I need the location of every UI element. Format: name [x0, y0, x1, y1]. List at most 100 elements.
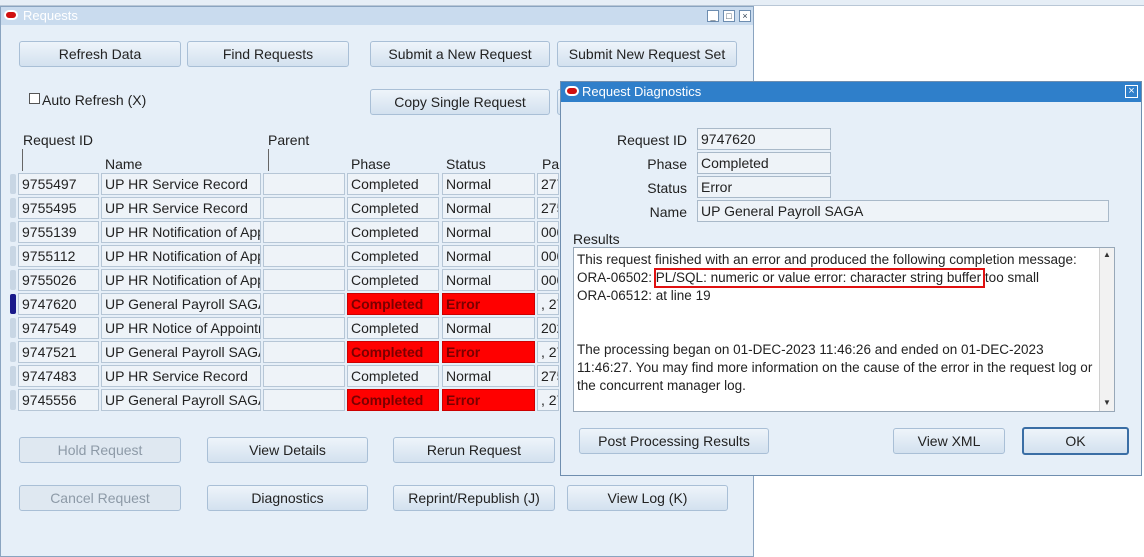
name-cell[interactable]: UP General Payroll SAGA	[101, 293, 261, 315]
params-cell[interactable]: , 27	[537, 293, 559, 315]
parent-cell[interactable]	[263, 341, 345, 363]
status-cell[interactable]: Error	[442, 389, 535, 411]
phase-cell[interactable]: Completed	[347, 293, 439, 315]
submit-request-set-button[interactable]: Submit New Request Set	[557, 41, 737, 67]
params-cell[interactable]: 000	[537, 245, 559, 267]
params-cell[interactable]: , 27	[537, 341, 559, 363]
results-textarea[interactable]: This request finished with an error and …	[573, 247, 1115, 412]
refresh-data-button[interactable]: Refresh Data	[19, 41, 181, 67]
params-cell[interactable]: , 27	[537, 389, 559, 411]
status-cell[interactable]: Normal	[442, 173, 535, 195]
request-id-field[interactable]: 9747620	[697, 128, 831, 150]
row-selector[interactable]	[10, 246, 16, 266]
request-id-cell[interactable]: 9755139	[18, 221, 99, 243]
diagnostics-button[interactable]: Diagnostics	[207, 485, 368, 511]
status-cell[interactable]: Normal	[442, 269, 535, 291]
request-id-cell[interactable]: 9755112	[18, 245, 99, 267]
phase-cell[interactable]: Completed	[347, 317, 439, 339]
parent-cell[interactable]	[263, 221, 345, 243]
row-selector[interactable]	[10, 366, 16, 386]
request-id-cell[interactable]: 9747521	[18, 341, 99, 363]
phase-cell[interactable]: Completed	[347, 245, 439, 267]
name-cell[interactable]: UP General Payroll SAGA	[101, 389, 261, 411]
phase-cell[interactable]: Completed	[347, 365, 439, 387]
status-cell[interactable]: Normal	[442, 317, 535, 339]
phase-cell[interactable]: Completed	[347, 269, 439, 291]
find-requests-button[interactable]: Find Requests	[187, 41, 349, 67]
view-details-button[interactable]: View Details	[207, 437, 368, 463]
phase-cell[interactable]: Completed	[347, 173, 439, 195]
status-cell[interactable]: Normal	[442, 197, 535, 219]
submit-new-request-button[interactable]: Submit a New Request	[370, 41, 550, 67]
name-cell[interactable]: UP HR Notification of Appro	[101, 221, 261, 243]
row-selector[interactable]	[10, 174, 16, 194]
parent-cell[interactable]	[263, 389, 345, 411]
reprint-republish-button[interactable]: Reprint/Republish (J)	[393, 485, 555, 511]
request-id-cell[interactable]: 9745556	[18, 389, 99, 411]
phase-cell[interactable]: Completed	[347, 221, 439, 243]
rerun-request-button[interactable]: Rerun Request	[393, 437, 555, 463]
row-selector[interactable]	[10, 342, 16, 362]
row-selector[interactable]	[10, 270, 16, 290]
parent-cell[interactable]	[263, 293, 345, 315]
name-cell[interactable]: UP HR Notice of Appointme	[101, 317, 261, 339]
name-cell[interactable]: UP HR Notification of Appro	[101, 245, 261, 267]
name-field[interactable]: UP General Payroll SAGA	[697, 200, 1109, 222]
row-selector[interactable]	[10, 198, 16, 218]
status-cell[interactable]: Error	[442, 341, 535, 363]
parent-cell[interactable]	[263, 173, 345, 195]
phase-cell[interactable]: Completed	[347, 341, 439, 363]
status-cell[interactable]: Normal	[442, 365, 535, 387]
close-icon[interactable]: ×	[739, 10, 751, 22]
parent-cell[interactable]	[263, 317, 345, 339]
row-selector[interactable]	[10, 294, 16, 314]
status-field[interactable]: Error	[697, 176, 831, 198]
status-cell[interactable]: Normal	[442, 221, 535, 243]
view-xml-button[interactable]: View XML	[893, 428, 1005, 454]
params-cell[interactable]: 202	[537, 317, 559, 339]
request-id-cell[interactable]: 9755495	[18, 197, 99, 219]
request-id-cell[interactable]: 9747620	[18, 293, 99, 315]
status-cell[interactable]: Error	[442, 293, 535, 315]
ok-button[interactable]: OK	[1022, 427, 1129, 455]
name-cell[interactable]: UP HR Service Record	[101, 365, 261, 387]
requests-title-bar[interactable]: Requests _ □ ×	[1, 7, 753, 25]
params-cell[interactable]: 000	[537, 269, 559, 291]
row-selector[interactable]	[10, 318, 16, 338]
diagnostics-title-bar[interactable]: Request Diagnostics ×	[561, 82, 1141, 102]
copy-single-request-button[interactable]: Copy Single Request	[370, 89, 550, 115]
hold-request-button[interactable]: Hold Request	[19, 437, 181, 463]
parent-cell[interactable]	[263, 365, 345, 387]
phase-cell[interactable]: Completed	[347, 197, 439, 219]
scroll-down-icon[interactable]: ▼	[1102, 398, 1112, 408]
parent-cell[interactable]	[263, 197, 345, 219]
request-id-cell[interactable]: 9755497	[18, 173, 99, 195]
view-log-button[interactable]: View Log (K)	[567, 485, 728, 511]
params-cell[interactable]: 275	[537, 197, 559, 219]
row-selector[interactable]	[10, 222, 16, 242]
phase-cell[interactable]: Completed	[347, 389, 439, 411]
params-cell[interactable]: 000	[537, 221, 559, 243]
params-cell[interactable]: 277	[537, 173, 559, 195]
name-cell[interactable]: UP HR Service Record	[101, 197, 261, 219]
post-processing-results-button[interactable]: Post Processing Results	[579, 428, 769, 454]
request-id-cell[interactable]: 9747549	[18, 317, 99, 339]
name-cell[interactable]: UP HR Notification of Appro	[101, 269, 261, 291]
name-cell[interactable]: UP HR Service Record	[101, 173, 261, 195]
close-icon[interactable]: ×	[1125, 85, 1138, 98]
parent-cell[interactable]	[263, 245, 345, 267]
minimize-icon[interactable]: _	[707, 10, 719, 22]
results-scrollbar[interactable]: ▲ ▼	[1099, 248, 1114, 411]
cancel-request-button[interactable]: Cancel Request	[19, 485, 181, 511]
maximize-icon[interactable]: □	[723, 10, 735, 22]
phase-field[interactable]: Completed	[697, 152, 831, 174]
status-cell[interactable]: Normal	[442, 245, 535, 267]
row-selector[interactable]	[10, 390, 16, 410]
name-cell[interactable]: UP General Payroll SAGA	[101, 341, 261, 363]
parent-cell[interactable]	[263, 269, 345, 291]
params-cell[interactable]: 275	[537, 365, 559, 387]
request-id-cell[interactable]: 9747483	[18, 365, 99, 387]
auto-refresh-checkbox[interactable]	[29, 93, 40, 104]
scroll-up-icon[interactable]: ▲	[1102, 250, 1112, 260]
request-id-cell[interactable]: 9755026	[18, 269, 99, 291]
